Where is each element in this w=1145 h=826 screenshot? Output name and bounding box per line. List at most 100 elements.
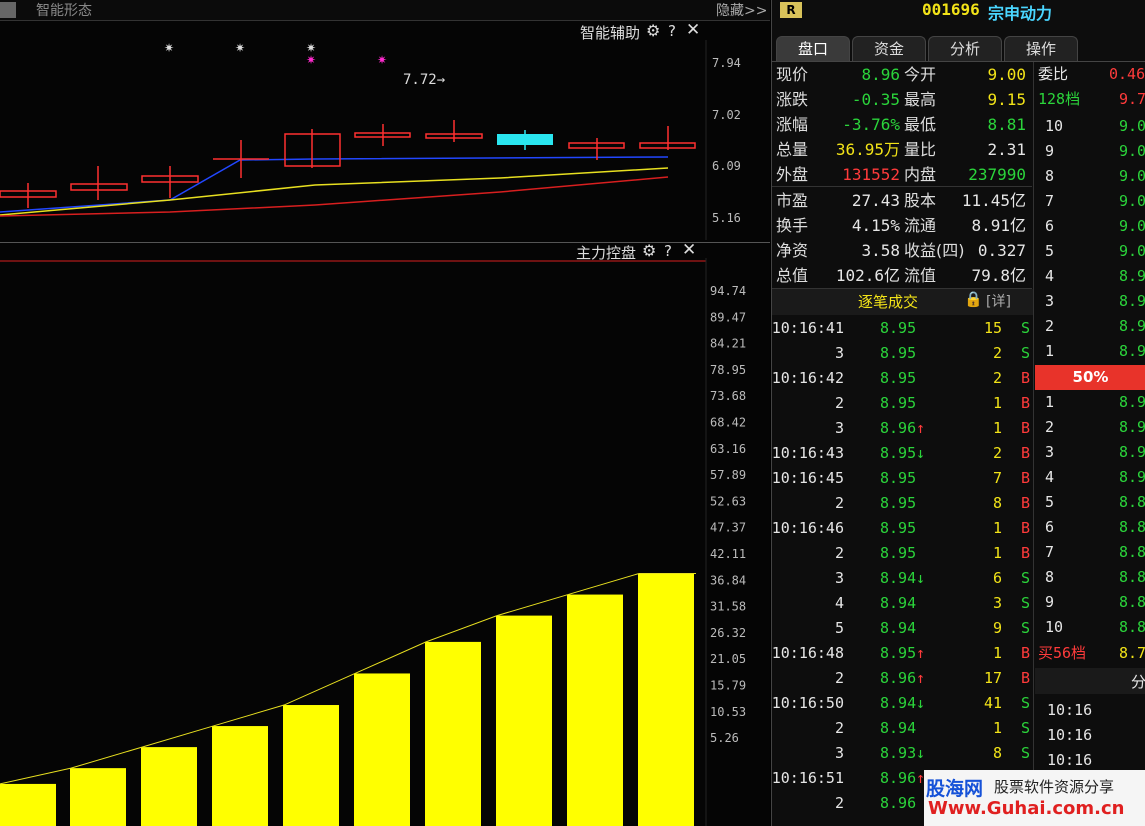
ask-row: 3 8.9 <box>1035 289 1145 314</box>
y-axis-label: 7.02 <box>712 108 741 122</box>
tick-side: B <box>1020 419 1030 437</box>
tick-row[interactable]: 10:16:43 8.95 ↓ 2 B <box>772 441 1032 466</box>
tick-row[interactable]: 10:16:46 8.95 1 B <box>772 516 1032 541</box>
tick-row[interactable]: 2 8.94 1 S <box>774 716 1032 741</box>
lock-icon[interactable]: 🔒 <box>964 290 983 308</box>
tick-row[interactable]: 10:16:50 8.94 ↓ 41 S <box>771 691 1032 716</box>
tick-time: 2 <box>834 719 844 737</box>
control-bar <box>70 768 126 826</box>
y-axis-label: 7.94 <box>712 56 741 70</box>
quote-value: 27.43 <box>851 191 900 210</box>
quote-value: 8.91亿 <box>971 216 1026 235</box>
tick-row[interactable]: 4 8.94 3 S <box>774 591 1032 616</box>
tick-row[interactable]: 3 8.95 2 S <box>774 341 1032 366</box>
hide-button[interactable]: 隐藏>> <box>716 0 767 20</box>
quote-label: 最低 <box>904 115 937 134</box>
bid-row: 7 8.8 <box>1035 540 1145 565</box>
tick-price: 8.95 <box>880 319 917 337</box>
y-axis-label: 31.58 <box>710 600 746 614</box>
tick-row[interactable]: 10:16:48 8.95 ↑ 1 B <box>772 641 1032 666</box>
tick-row[interactable]: 3 8.93 ↓ 8 S <box>774 741 1032 766</box>
book-price: 9.0 <box>1119 167 1145 185</box>
tick-row[interactable]: 10:16:41 8.95 15 S <box>772 316 1032 341</box>
tab-pankou[interactable]: 盘口 <box>776 36 850 61</box>
tick-price: 8.95 <box>880 519 917 537</box>
collapse-icon[interactable] <box>0 2 16 18</box>
tick-row[interactable]: 10:16:42 8.95 2 B <box>772 366 1032 391</box>
tick-side: B <box>1020 519 1030 537</box>
y-axis-label: 21.05 <box>710 652 746 666</box>
quote-row: 现价 8.96 今开 9.00 <box>776 62 1028 87</box>
tick-row[interactable]: 10:16:45 8.95 7 B <box>771 466 1032 491</box>
book-level: 9 <box>1045 593 1055 611</box>
signal-star-icon: ✷ <box>306 53 316 67</box>
tick-row[interactable]: 2 8.95 8 B <box>774 491 1032 516</box>
book-level: 10 <box>1045 618 1064 636</box>
tick-row[interactable]: 2 8.95 1 B <box>774 541 1032 566</box>
candle <box>0 183 57 208</box>
y-axis-label: 10.53 <box>710 705 746 719</box>
tick-price: 8.95 <box>880 544 917 562</box>
y-axis-label: 26.32 <box>710 626 746 640</box>
candle <box>497 130 553 150</box>
detail-link[interactable]: [详] <box>986 291 1011 311</box>
book-header-row: 128档 9.77 <box>1035 87 1145 112</box>
tick-row[interactable]: 2 8.95 1 B <box>774 391 1032 416</box>
candle <box>70 166 128 200</box>
quote-label: 流值 <box>904 266 937 285</box>
quote-label: 内盘 <box>904 165 937 184</box>
control-bar <box>0 783 56 826</box>
tick-row[interactable]: 3 8.94 ↓ 6 S <box>774 566 1032 591</box>
tick-row[interactable]: 2 8.96 ↑ 17 B <box>774 666 1032 691</box>
quote-label: 涨幅 <box>776 115 809 134</box>
y-axis-label: 57.89 <box>710 468 746 482</box>
tab-analysis[interactable]: 分析 <box>928 36 1002 61</box>
minute-row: 10:16 <box>1035 698 1145 723</box>
ratio-bar: 50% <box>1035 365 1145 390</box>
candlestick-chart[interactable]: ✷ ✷ ✷ ✷ ✷ 7.72→ 7.947.026.095.16 <box>0 40 770 240</box>
close-icon[interactable]: ✕ <box>682 240 696 260</box>
book-level: 9 <box>1045 142 1055 160</box>
y-axis-label: 78.95 <box>710 363 746 377</box>
book-level: 2 <box>1045 317 1055 335</box>
tick-volume: 6 <box>992 569 1002 587</box>
y-axis-label: 36.84 <box>710 573 746 587</box>
quote-value: 8.81 <box>987 115 1026 134</box>
book-level: 1 <box>1045 342 1055 360</box>
ticks-title: 逐笔成交 <box>858 293 919 311</box>
stock-name: 宗申动力 <box>988 4 1053 23</box>
book-level: 4 <box>1045 468 1055 486</box>
tick-time: 10:16:45 <box>771 469 844 487</box>
tab-operate[interactable]: 操作 <box>1004 36 1078 61</box>
settings-gear-icon[interactable]: ⚙ <box>646 21 660 40</box>
quote-value: 131552 <box>842 165 900 184</box>
chart-area[interactable]: 智能形态 隐藏>> 智能辅助 ⚙ ? ✕ ✷ ✷ ✷ ✷ ✷ 7.72→ 7.9… <box>0 0 770 826</box>
book-level: 2 <box>1045 418 1055 436</box>
tick-row[interactable]: 5 8.94 9 S <box>774 616 1032 641</box>
tick-arrow-icon: ↑ <box>916 644 926 662</box>
tick-price: 8.96 <box>880 794 917 812</box>
tab-funds[interactable]: 资金 <box>852 36 926 61</box>
formula-label: 智能形态 <box>36 3 92 19</box>
top-toolbar: 智能形态 隐藏>> <box>0 0 770 21</box>
tick-time: 10:16:50 <box>771 694 844 712</box>
quote-value: 79.8亿 <box>971 266 1026 285</box>
y-axis-label: 47.37 <box>710 521 746 535</box>
help-icon[interactable]: ? <box>668 22 676 40</box>
main-control-chart[interactable]: 94.74 89.47 84.21 78.95 73.68 68.42 63.16 57.89… <box>0 258 770 826</box>
y-axis-label: 15.79 <box>710 679 746 693</box>
bid-row: 2 8.9 <box>1035 415 1145 440</box>
tick-time: 5 <box>834 619 844 637</box>
tick-row[interactable]: 3 8.96 ↑ 1 B <box>774 416 1032 441</box>
y-axis-label: 42.11 <box>710 547 746 561</box>
tick-volume: 7 <box>992 469 1002 487</box>
tick-time: 2 <box>834 394 844 412</box>
book-price: 8.9 <box>1119 292 1145 310</box>
close-icon[interactable]: ✕ <box>686 20 700 40</box>
watermark-brand: 股海网 <box>926 778 984 800</box>
time-header: 分 <box>1035 668 1145 694</box>
book-price: 8.9 <box>1119 267 1145 285</box>
quote-label: 涨跌 <box>776 90 809 109</box>
book-level: 3 <box>1045 443 1055 461</box>
tick-price: 8.95 <box>880 444 917 462</box>
